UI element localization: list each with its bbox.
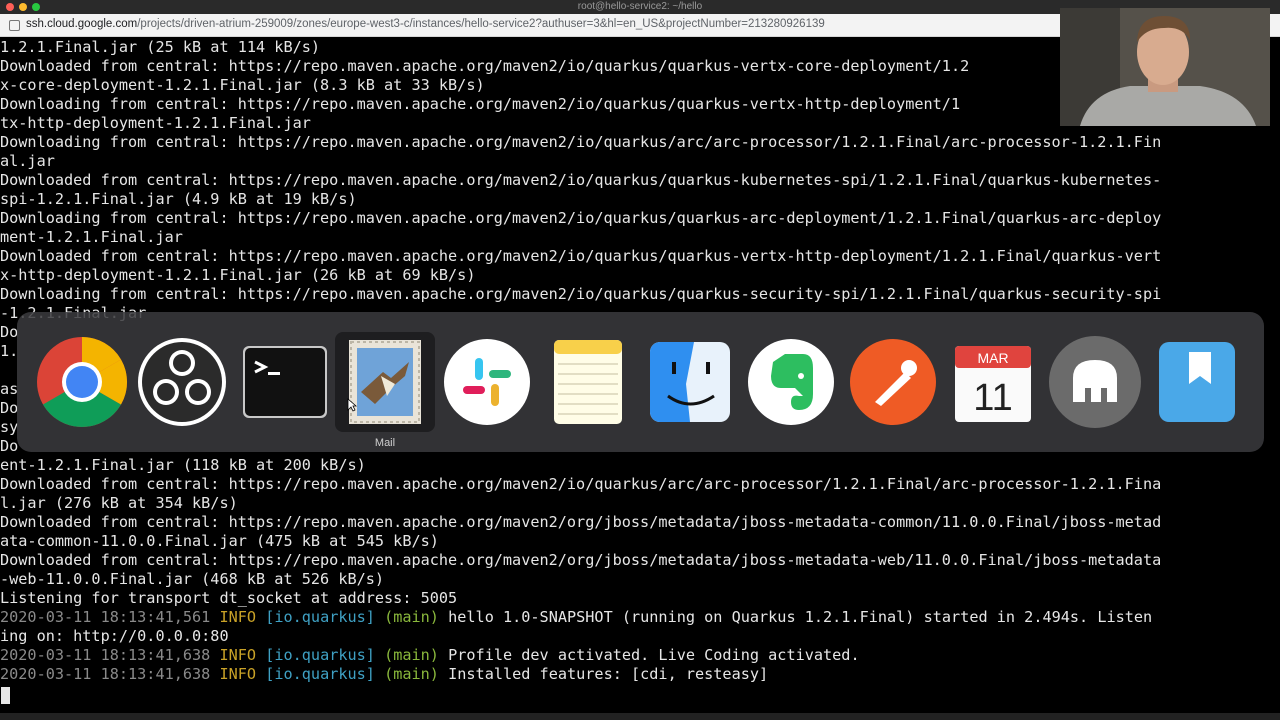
terminal-line: Downloaded from central: https://repo.ma… [0, 551, 1162, 569]
page-info-icon[interactable] [9, 20, 20, 31]
log-line: 2020-03-11 18:13:41,638 INFO [io.quarkus… [0, 665, 1280, 684]
app-chrome[interactable] [32, 332, 132, 432]
mail-icon [349, 340, 421, 424]
presenter-video [1060, 8, 1270, 126]
url-host: ssh.cloud.google.com [26, 18, 138, 30]
app-terminal[interactable] [235, 332, 335, 432]
log-level: INFO [219, 646, 257, 664]
log-thread: (main) [384, 608, 439, 626]
url-text[interactable]: ssh.cloud.google.com/projects/driven-atr… [26, 18, 825, 30]
terminal-line: Downloaded from central: https://repo.ma… [0, 513, 1162, 531]
app-finder[interactable] [640, 332, 740, 432]
log-line: 2020-03-11 18:13:41,638 INFO [io.quarkus… [0, 646, 1280, 665]
notes-icon [554, 340, 622, 424]
terminal-line: Downloaded from central: https://repo.ma… [0, 247, 1162, 265]
terminal-line: x-http-deployment-1.2.1.Final.jar (26 kB… [0, 266, 476, 284]
terminal-icon [243, 346, 327, 418]
terminal-line: Downloaded from central: https://repo.ma… [0, 171, 1162, 189]
app-slack[interactable] [437, 332, 537, 432]
elephant-icon [1049, 336, 1141, 428]
terminal-line: Downloading from central: https://repo.m… [0, 209, 1162, 227]
mouse-pointer-icon [347, 398, 357, 412]
terminal-line: Downloading from central: https://repo.m… [0, 133, 1162, 151]
terminal-line: Downloaded from central: https://repo.ma… [0, 475, 1162, 493]
log-thread: (main) [384, 665, 439, 683]
terminal-line: -web-11.0.0.Final.jar (468 kB at 526 kB/… [0, 570, 385, 588]
finder-icon [650, 342, 730, 422]
terminal-line: Downloading from central: https://repo.m… [0, 285, 1162, 303]
terminal-line: Listening for transport dt_socket at add… [0, 589, 458, 607]
terminal-line: al.jar [0, 152, 55, 170]
log-message: hello 1.0-SNAPSHOT (running on Quarkus 1… [448, 608, 1153, 626]
slack-icon [444, 339, 530, 425]
url-path: /projects/driven-atrium-259009/zones/eur… [137, 18, 825, 30]
app-obs[interactable] [132, 332, 232, 432]
log-thread: (main) [384, 646, 439, 664]
obs-icon [138, 338, 226, 426]
app-mail[interactable] [335, 332, 435, 432]
log-message: ing on: http://0.0.0.0:80 [0, 627, 229, 645]
calendar-day: 11 [973, 377, 1012, 419]
log-level: INFO [219, 608, 257, 626]
log-timestamp: 2020-03-11 18:13:41,638 [0, 665, 211, 683]
selected-app-label: Mail [374, 437, 396, 449]
webcam-overlay [1060, 8, 1270, 126]
app-day-one[interactable] [1147, 332, 1247, 432]
chrome-icon [37, 337, 128, 428]
terminal-cursor [1, 687, 10, 704]
calendar-month: MAR [977, 350, 1008, 366]
postman-icon [850, 339, 936, 425]
log-timestamp: 2020-03-11 18:13:41,561 [0, 608, 211, 626]
app-evernote[interactable] [741, 332, 841, 432]
bookmark-icon [1159, 342, 1235, 422]
terminal-line: l.jar (276 kB at 354 kB/s) [0, 494, 238, 512]
log-timestamp: 2020-03-11 18:13:41,638 [0, 646, 211, 664]
log-category: [io.quarkus] [265, 665, 375, 683]
app-switcher: Mail MAR 11 [17, 312, 1264, 452]
log-line: 2020-03-11 18:13:41,561 INFO [io.quarkus… [0, 608, 1280, 627]
terminal-line: ata-common-11.0.0.Final.jar (475 kB at 5… [0, 532, 439, 550]
log-category: [io.quarkus] [265, 646, 375, 664]
log-category: [io.quarkus] [265, 608, 375, 626]
calendar-icon: MAR 11 [955, 346, 1031, 422]
terminal-line: ent-1.2.1.Final.jar (118 kB at 200 kB/s) [0, 456, 366, 474]
app-notes[interactable] [538, 332, 638, 432]
evernote-icon [748, 339, 834, 425]
log-message: Installed features: [cdi, resteasy] [448, 665, 769, 683]
log-line: ing on: http://0.0.0.0:80 [0, 627, 1280, 646]
app-calendar[interactable]: MAR 11 [943, 332, 1043, 432]
app-tableplus[interactable] [1045, 332, 1145, 432]
log-level: INFO [219, 665, 257, 683]
terminal-bottom-bar [0, 713, 1280, 720]
terminal-line: spi-1.2.1.Final.jar (4.9 kB at 19 kB/s) [0, 190, 357, 208]
terminal-line: ment-1.2.1.Final.jar [0, 228, 183, 246]
app-postman[interactable] [843, 332, 943, 432]
log-message: Profile dev activated. Live Coding activ… [448, 646, 860, 664]
